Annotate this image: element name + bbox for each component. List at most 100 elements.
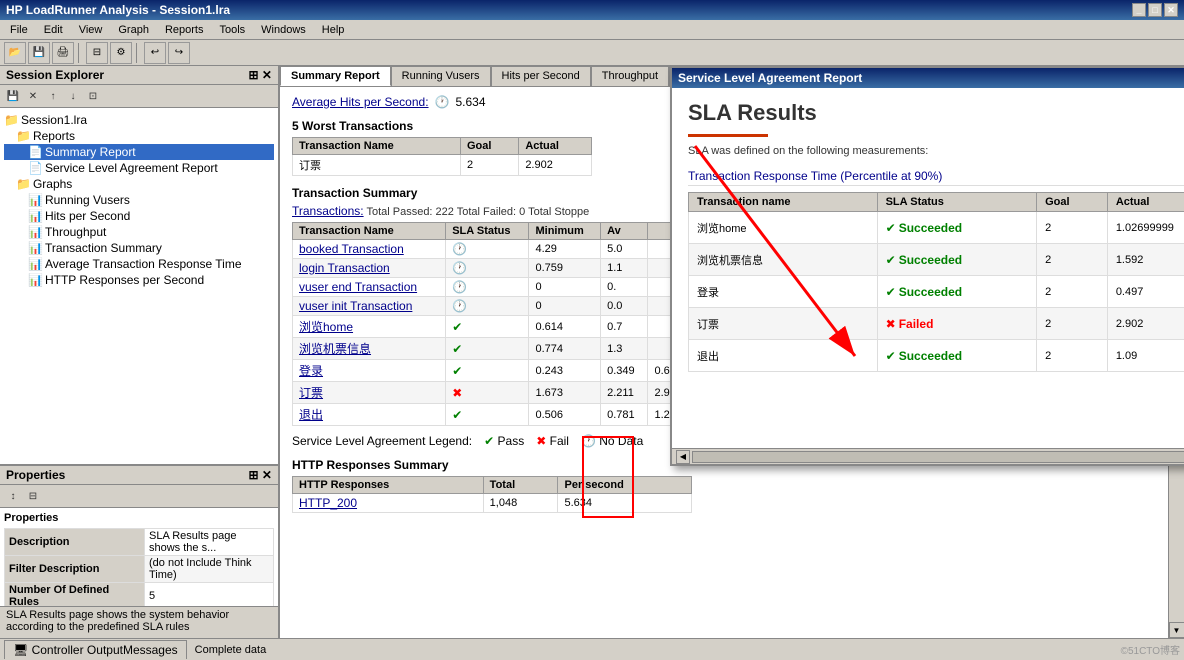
filter-button[interactable]: ⊟ <box>86 42 108 64</box>
summary-report-label: Summary Report <box>45 145 136 159</box>
undo-button[interactable]: ↩ <box>144 42 166 64</box>
sla-scroll-hthumb[interactable] <box>692 451 1184 463</box>
props-sort-btn[interactable]: ↕ <box>4 487 22 505</box>
sla-row2-status: ✔ Succeeded <box>877 276 1037 308</box>
tab-throughput[interactable]: Throughput <box>591 66 669 86</box>
avg-response-icon: 📊 <box>28 257 43 271</box>
scroll-down-button[interactable]: ▼ <box>1169 622 1184 638</box>
ts-row1-avg: 1.1 <box>601 259 648 278</box>
session-explorer-controls[interactable]: ⊞ ✕ <box>249 68 272 82</box>
props-filter-btn[interactable]: ⊟ <box>24 487 42 505</box>
session-toolbar-btn5[interactable]: ⊡ <box>84 87 102 105</box>
sla-row3-actual: 2.902 <box>1107 308 1184 340</box>
sla-window-title-bar: Service Level Agreement Report ✕ <box>672 68 1184 88</box>
ts-row5-name[interactable]: 浏览机票信息 <box>299 342 371 356</box>
tree-hits-per-second[interactable]: 📊 Hits per Second <box>4 208 274 224</box>
session-tree: 📁 Session1.lra 📁 Reports 📄 Summary Repor… <box>0 108 278 464</box>
tab-hits-per-second[interactable]: Hits per Second <box>491 66 591 86</box>
maximize-button[interactable]: □ <box>1148 3 1162 17</box>
session-toolbar-btn1[interactable]: 💾 <box>4 87 22 105</box>
window-controls[interactable]: _ □ ✕ <box>1132 3 1178 17</box>
tree-running-vusers[interactable]: 📊 Running Vusers <box>4 192 274 208</box>
sla-horizontal-scroll[interactable]: ◀ ▶ <box>672 448 1184 464</box>
no-data-clock-icon: 🕐 <box>435 95 450 109</box>
sla-doc-icon: 📄 <box>28 161 43 175</box>
ts-row2-name[interactable]: vuser end Transaction <box>299 280 417 294</box>
settings-button[interactable]: ⚙ <box>110 42 132 64</box>
http-row0-name[interactable]: HTTP_200 <box>299 496 357 510</box>
ts-row0-name[interactable]: booked Transaction <box>299 242 404 256</box>
ts-col-min: Minimum <box>529 223 601 240</box>
tree-session[interactable]: 📁 Session1.lra <box>4 112 274 128</box>
worst-transactions-table: Transaction Name Goal Actual 订票 2 2.902 <box>292 137 592 176</box>
tree-sla-report[interactable]: 📄 Service Level Agreement Report <box>4 160 274 176</box>
avg-response-label: Average Transaction Response Time <box>45 257 242 271</box>
sla-row2-name: 登录 <box>689 276 878 308</box>
avg-hits-label: Average Hits per Second: <box>292 95 429 109</box>
toolbar-separator-1 <box>78 43 82 63</box>
wt-col-actual: Actual <box>519 138 592 155</box>
menu-file[interactable]: File <box>4 22 34 38</box>
sla-row2-goal: 2 <box>1037 276 1108 308</box>
tab-summary-report[interactable]: Summary Report <box>280 66 391 86</box>
sla-row1-name: 浏览机票信息 <box>689 244 878 276</box>
sla-col-actual: Actual <box>1107 193 1184 212</box>
hits-label: Hits per Second <box>45 209 130 223</box>
controller-output-tab[interactable]: 🖥 Controller OutputMessages <box>4 640 187 659</box>
tab-running-vusers[interactable]: Running Vusers <box>391 66 491 86</box>
main-toolbar: 📂 💾 🖨 ⊟ ⚙ ↩ ↪ <box>0 40 1184 66</box>
ts-row3-name[interactable]: vuser init Transaction <box>299 299 412 313</box>
open-button[interactable]: 📂 <box>4 42 26 64</box>
tree-transaction-summary[interactable]: 📊 Transaction Summary <box>4 240 274 256</box>
tree-graphs[interactable]: 📁 Graphs <box>4 176 274 192</box>
tree-throughput[interactable]: 📊 Throughput <box>4 224 274 240</box>
ts-row1-name[interactable]: login Transaction <box>299 261 390 275</box>
session-toolbar-btn2[interactable]: ✕ <box>24 87 42 105</box>
menu-graph[interactable]: Graph <box>112 22 155 38</box>
throughput-label: Throughput <box>45 225 106 239</box>
ts-row6-avg: 0.349 <box>601 360 648 382</box>
ts-row3-min: 0 <box>529 297 601 316</box>
ts-row8-pass-icon: ✔ <box>452 408 462 422</box>
tree-http-responses[interactable]: 📊 HTTP Responses per Second <box>4 272 274 288</box>
redo-button[interactable]: ↪ <box>168 42 190 64</box>
ts-row4-name[interactable]: 浏览home <box>299 320 353 334</box>
http-table: HTTP Responses Total Per second HTTP_200… <box>292 476 692 513</box>
tree-summary-report[interactable]: 📄 Summary Report <box>4 144 274 160</box>
ts-col-avg: Av <box>601 223 648 240</box>
properties-controls[interactable]: ⊞ ✕ <box>249 468 272 482</box>
watermark: ©51CTO博客 <box>1121 642 1180 657</box>
menu-edit[interactable]: Edit <box>38 22 69 38</box>
ts-row6-name[interactable]: 登录 <box>299 364 323 378</box>
bottom-bar: 🖥 Controller OutputMessages Complete dat… <box>0 638 1184 660</box>
sla-col-status: SLA Status <box>877 193 1037 212</box>
close-button[interactable]: ✕ <box>1164 3 1178 17</box>
running-vusers-label: Running Vusers <box>45 193 130 207</box>
ts-row8-name[interactable]: 退出 <box>299 408 323 422</box>
save-button[interactable]: 💾 <box>28 42 50 64</box>
ts-col-status: SLA Status <box>446 223 529 240</box>
menu-windows[interactable]: Windows <box>255 22 312 38</box>
tree-reports[interactable]: 📁 Reports <box>4 128 274 144</box>
title-bar: HP LoadRunner Analysis - Session1.lra _ … <box>0 0 1184 20</box>
menu-view[interactable]: View <box>73 22 109 38</box>
ts-row5-min: 0.774 <box>529 338 601 360</box>
sla-scroll-left[interactable]: ◀ <box>676 450 690 464</box>
ts-row0-avg: 5.0 <box>601 240 648 259</box>
sla-window-title: Service Level Agreement Report <box>678 71 862 85</box>
menu-help[interactable]: Help <box>316 22 351 38</box>
transactions-link[interactable]: Transactions: <box>292 204 364 218</box>
print-button[interactable]: 🖨 <box>52 42 74 64</box>
menu-reports[interactable]: Reports <box>159 22 210 38</box>
avg-hits-link[interactable]: Average Hits per Second: <box>292 95 429 109</box>
session-toolbar-btn4[interactable]: ↓ <box>64 87 82 105</box>
table-row: HTTP_200 1,048 5.634 <box>293 494 692 513</box>
props-key-filter: Filter Description <box>5 556 145 583</box>
sla-row0-goal: 2 <box>1037 212 1108 244</box>
ts-row4-pass-icon: ✔ <box>452 320 462 334</box>
minimize-button[interactable]: _ <box>1132 3 1146 17</box>
session-toolbar-btn3[interactable]: ↑ <box>44 87 62 105</box>
ts-row7-name[interactable]: 订票 <box>299 386 323 400</box>
menu-tools[interactable]: Tools <box>213 22 251 38</box>
tree-avg-response[interactable]: 📊 Average Transaction Response Time <box>4 256 274 272</box>
